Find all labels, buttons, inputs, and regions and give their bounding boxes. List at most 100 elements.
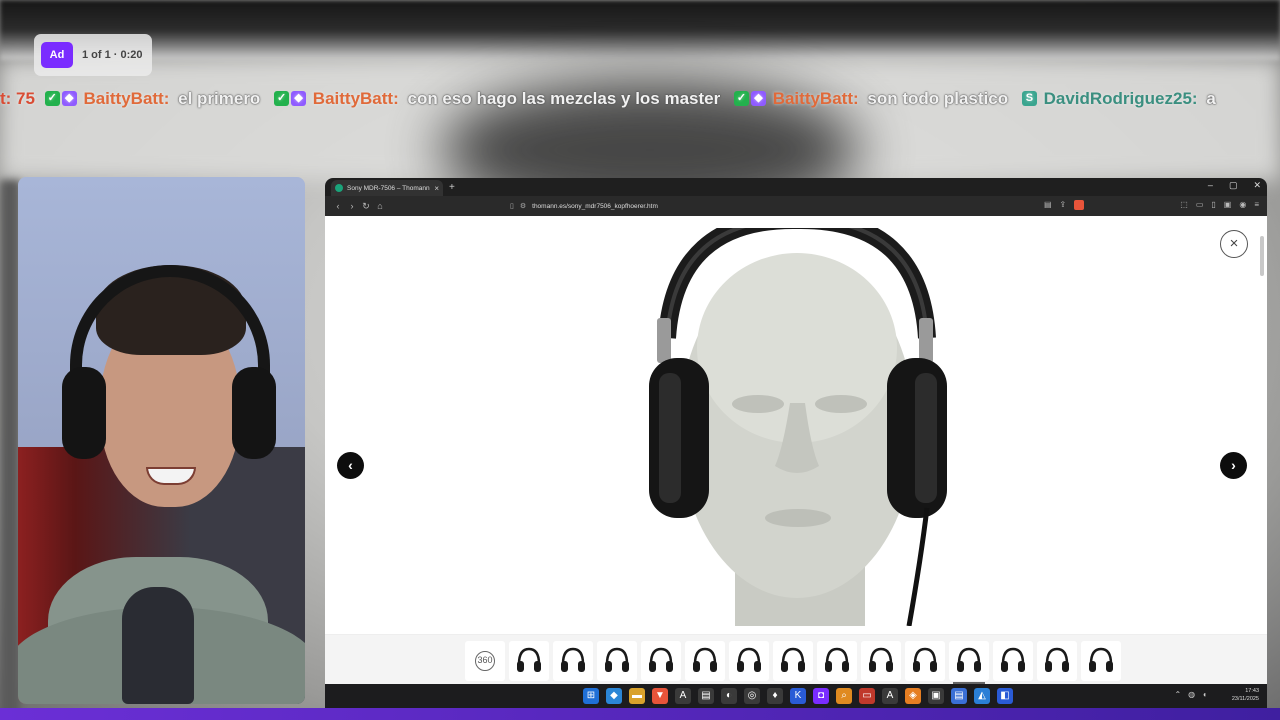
site-info-icon[interactable]: ⚙ xyxy=(520,202,526,210)
product-gallery: × ‹ › 360 xyxy=(325,216,1267,708)
ad-label: Ad xyxy=(41,42,73,68)
previous-image-button[interactable]: ‹ xyxy=(337,452,364,479)
thomann-favicon-icon xyxy=(335,184,343,192)
app-icon[interactable]: ▤ xyxy=(698,688,714,704)
chat-username: DavidRodriguez25: xyxy=(1043,88,1198,108)
window-controls: – ▢ ✕ xyxy=(1208,180,1261,191)
browser-window: Sony MDR-7506 – Thomann Es × + – ▢ ✕ ‹ ›… xyxy=(325,178,1267,708)
headphones-icon xyxy=(517,647,541,672)
app-icon[interactable]: ▭ xyxy=(859,688,875,704)
minimize-button[interactable]: – xyxy=(1208,180,1213,191)
thumb-360[interactable]: 360 xyxy=(465,641,505,681)
tabs-icon[interactable]: ▣ xyxy=(1224,200,1232,210)
thumb-mannequin-side[interactable] xyxy=(905,641,945,681)
verified-icon: ✓ xyxy=(274,91,290,107)
headphones-icon xyxy=(869,647,893,672)
system-tray: ⌃ ◍ ◖ xyxy=(1174,690,1207,699)
browser-tab[interactable]: Sony MDR-7506 – Thomann Es × xyxy=(331,180,443,196)
thumb-mannequin-back[interactable] xyxy=(993,641,1033,681)
close-window-button[interactable]: ✕ xyxy=(1253,180,1261,191)
thumb-earcup-angle[interactable] xyxy=(773,641,813,681)
share-icon[interactable]: ⇪ xyxy=(1060,200,1067,210)
app-icon[interactable]: A xyxy=(882,688,898,704)
tab-close-icon[interactable]: × xyxy=(434,184,439,193)
product-main-image xyxy=(649,228,947,626)
app-icon[interactable]: ◈ xyxy=(905,688,921,704)
chat-message: con eso hago las mezclas y los master xyxy=(407,88,721,108)
next-image-button[interactable]: › xyxy=(1220,452,1247,479)
chat-message: a xyxy=(1206,88,1216,108)
streamer-webcam xyxy=(18,177,305,704)
stream-top-blur xyxy=(0,0,1280,60)
headphones-icon xyxy=(825,647,849,672)
headphones-icon xyxy=(649,647,673,672)
network-icon[interactable]: ◍ xyxy=(1188,690,1195,699)
app-icon[interactable]: ▤ xyxy=(951,688,967,704)
new-tab-button[interactable]: + xyxy=(449,182,455,193)
back-icon[interactable]: ‹ xyxy=(331,201,345,211)
vpn-icon[interactable]: ◉ xyxy=(1239,200,1246,210)
subscriber-icon: S xyxy=(1021,91,1037,107)
twitch-icon[interactable]: ◘ xyxy=(813,688,829,704)
close-gallery-button[interactable]: × xyxy=(1220,230,1248,258)
reload-icon[interactable]: ↻ xyxy=(359,201,373,212)
maximize-button[interactable]: ▢ xyxy=(1229,180,1238,191)
app-icon[interactable]: A xyxy=(675,688,691,704)
app-icon[interactable]: ▣ xyxy=(928,688,944,704)
volume-icon[interactable]: ◖ xyxy=(1202,690,1207,699)
headphones-icon xyxy=(561,647,585,672)
thumb-cable-plug[interactable] xyxy=(1081,641,1121,681)
headphones-icon xyxy=(1045,647,1069,672)
headphones-icon xyxy=(737,647,761,672)
start-icon[interactable]: ⊞ xyxy=(583,688,599,704)
home-icon[interactable]: ⌂ xyxy=(373,201,387,211)
steam-icon[interactable]: ◐ xyxy=(721,688,737,704)
brave-icon[interactable]: ▼ xyxy=(652,688,668,704)
headphone-cup-left xyxy=(62,367,106,459)
bookmark-icon[interactable]: ▯ xyxy=(510,202,514,210)
taskbar-clock[interactable]: 17:43 23/11/2025 xyxy=(1232,687,1259,703)
thumb-jack-adapter[interactable] xyxy=(1037,641,1077,681)
extensions-icon[interactable]: ⬚ xyxy=(1180,200,1188,210)
headphones-icon xyxy=(781,647,805,672)
tab-bar: Sony MDR-7506 – Thomann Es × + – ▢ ✕ xyxy=(325,178,1267,196)
headphone-cup-right xyxy=(232,367,276,459)
menu-icon[interactable]: ≡ xyxy=(1254,200,1259,210)
ad-counter: 1 of 1 · 0:20 xyxy=(82,49,143,61)
thumb-headphones-folded[interactable] xyxy=(641,641,681,681)
url-text: thomann.es/sony_mdr7506_kopfhoerer.htm xyxy=(532,202,658,210)
app-icon[interactable]: ◧ xyxy=(997,688,1013,704)
thumb-mannequin-front[interactable] xyxy=(949,641,989,684)
brave-shields-icon[interactable] xyxy=(1074,200,1085,210)
widget-icon[interactable]: ◆ xyxy=(606,688,622,704)
app-icon[interactable]: K xyxy=(790,688,806,704)
thumb-headphones-case[interactable] xyxy=(861,641,901,681)
app-icon[interactable]: ◎ xyxy=(744,688,760,704)
verified-icon: ✓ xyxy=(44,91,60,107)
reader-icon[interactable]: ▤ xyxy=(1044,200,1052,210)
thumb-earcup-closeup[interactable] xyxy=(729,641,769,681)
wallet-icon[interactable]: ▭ xyxy=(1196,200,1204,210)
sidebar-icon[interactable]: ▯ xyxy=(1211,200,1215,210)
thumb-headphones-angle[interactable] xyxy=(553,641,593,681)
forward-icon[interactable]: › xyxy=(345,201,359,211)
stream-bottom-strip xyxy=(0,708,1280,720)
thumb-headphones-side[interactable] xyxy=(597,641,637,681)
thumb-headphones-back[interactable] xyxy=(685,641,725,681)
thumbnail-row: 360 xyxy=(465,641,1121,684)
tab-title: Sony MDR-7506 – Thomann Es xyxy=(347,184,431,192)
clock-time: 17:43 xyxy=(1245,688,1259,694)
chat-username: BaittyBatt: xyxy=(83,88,170,108)
thumb-headphones-flat[interactable] xyxy=(817,641,857,681)
tray-chevron-icon[interactable]: ⌃ xyxy=(1174,690,1181,699)
file-explorer-icon[interactable]: ▬ xyxy=(629,688,645,704)
app-icon[interactable]: ◭ xyxy=(974,688,990,704)
url-field[interactable]: ▯ ⚙ thomann.es/sony_mdr7506_kopfhoerer.h… xyxy=(510,199,1010,213)
chat-username: BaittyBatt: xyxy=(312,88,399,108)
search-icon[interactable]: ⌕ xyxy=(836,688,852,704)
thumb-headphones-front[interactable] xyxy=(509,641,549,681)
page-scrollbar[interactable] xyxy=(1260,236,1264,276)
app-icon[interactable]: ♦ xyxy=(767,688,783,704)
chat-message: son todo plastico xyxy=(867,88,1009,108)
address-bar: ‹ › ↻ ⌂ ▯ ⚙ thomann.es/sony_mdr7506_kopf… xyxy=(325,196,1267,216)
